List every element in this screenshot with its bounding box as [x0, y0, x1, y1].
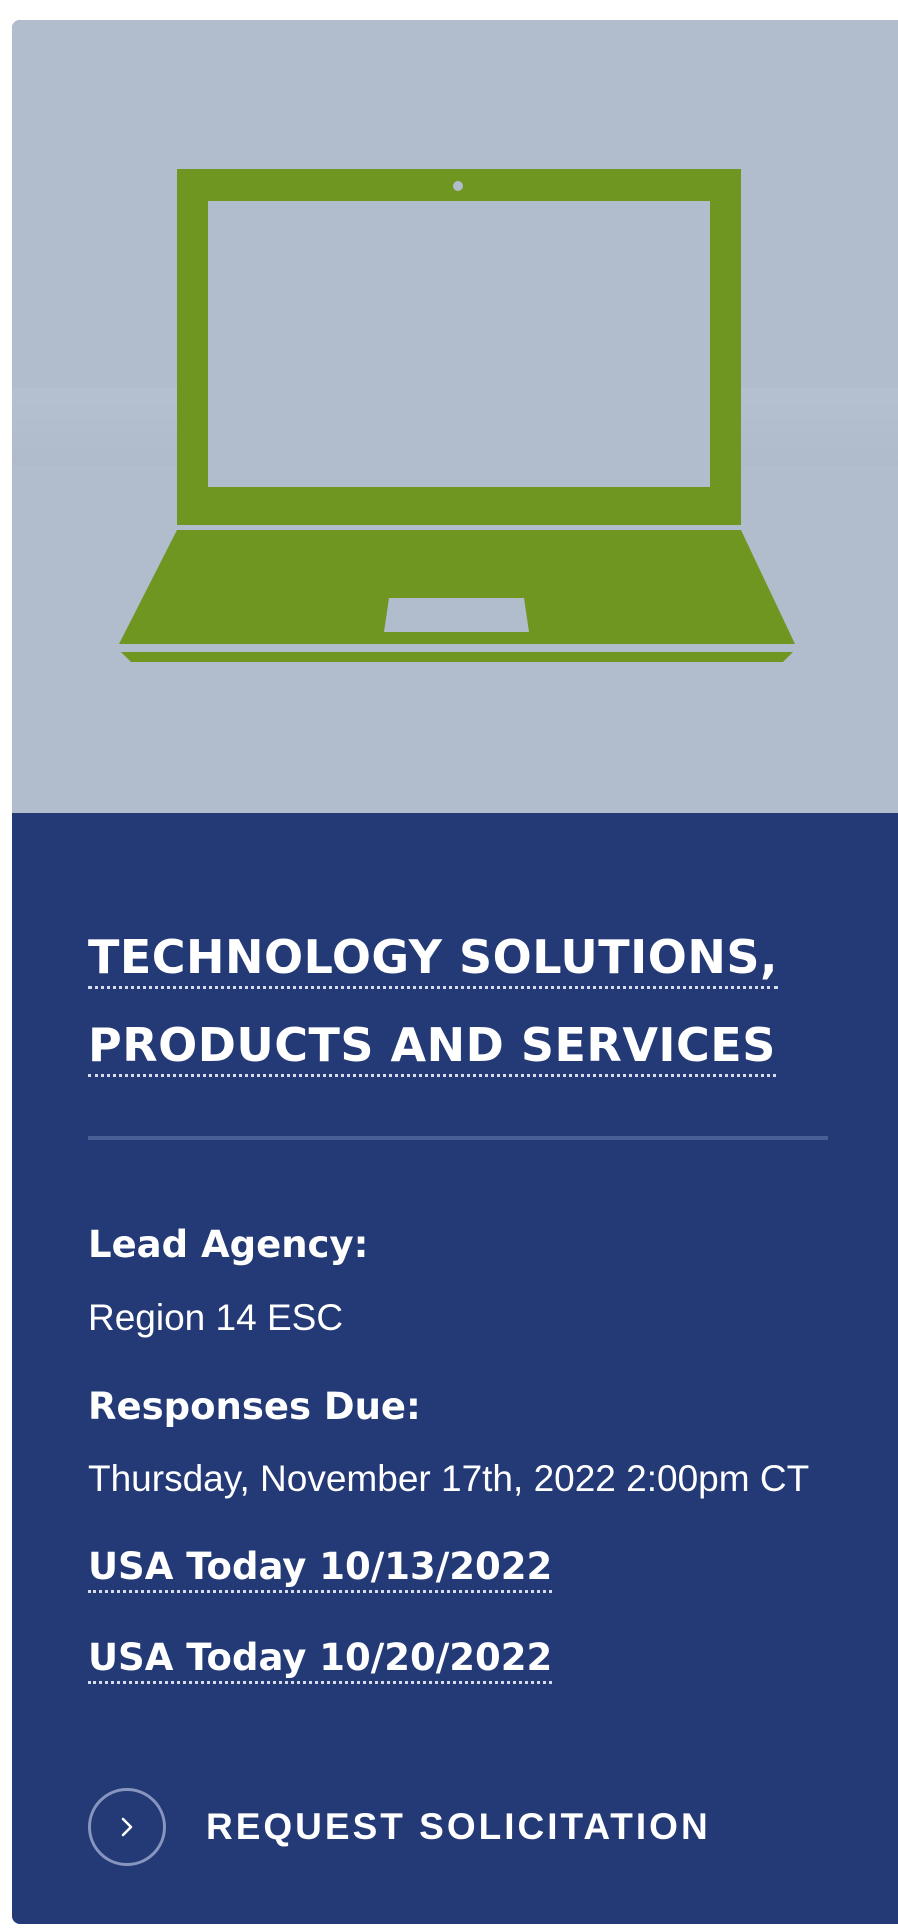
- chevron-right-icon: [121, 1817, 133, 1837]
- divider: [88, 1136, 828, 1140]
- request-solicitation-label: REQUEST SOLICITATION: [206, 1806, 711, 1847]
- solicitation-card: TECHNOLOGY SOLUTIONS, PRODUCTS AND SERVI…: [12, 20, 898, 1924]
- card-title-line-2[interactable]: PRODUCTS AND SERVICES: [88, 1018, 776, 1077]
- lead-agency-value: Region 14 ESC: [88, 1297, 344, 1338]
- request-solicitation-button[interactable]: REQUEST SOLICITATION: [88, 1788, 711, 1866]
- usa-today-link-1[interactable]: USA Today 10/13/2022: [88, 1545, 553, 1593]
- card-title-line-1[interactable]: TECHNOLOGY SOLUTIONS,: [88, 930, 778, 989]
- card-title-link[interactable]: TECHNOLOGY SOLUTIONS, PRODUCTS AND SERVI…: [88, 913, 808, 1089]
- responses-due-label: Responses Due:: [88, 1385, 421, 1428]
- cta-circle: [88, 1788, 166, 1866]
- card-body: TECHNOLOGY SOLUTIONS, PRODUCTS AND SERVI…: [12, 813, 898, 1924]
- laptop-icon: [119, 169, 795, 662]
- card-image: [12, 20, 898, 813]
- usa-today-link-2[interactable]: USA Today 10/20/2022: [88, 1636, 553, 1684]
- responses-due-value: Thursday, November 17th, 2022 2:00pm CT: [88, 1458, 810, 1499]
- lead-agency-label: Lead Agency:: [88, 1223, 369, 1266]
